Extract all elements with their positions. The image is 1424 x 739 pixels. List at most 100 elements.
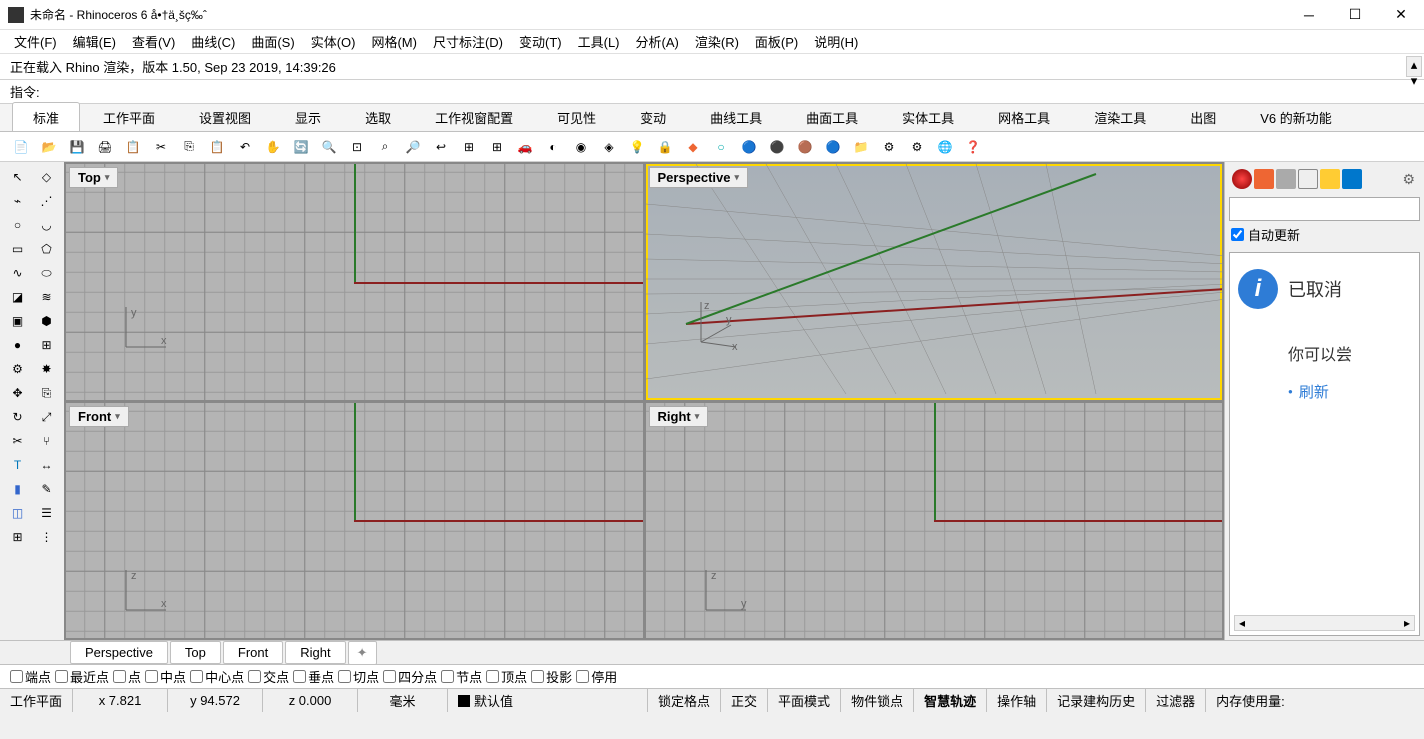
properties-tab-icon[interactable]: [1232, 169, 1252, 189]
explode-icon[interactable]: ✸: [33, 358, 60, 380]
text-icon[interactable]: T: [4, 454, 31, 476]
print-icon[interactable]: 🖨: [92, 134, 118, 160]
scale-icon[interactable]: ⤢: [33, 406, 60, 428]
tab-visibility[interactable]: 可见性: [536, 102, 617, 131]
osnap-int[interactable]: 交点: [248, 667, 289, 686]
vp-tab-perspective[interactable]: Perspective: [70, 641, 168, 664]
viewport-top[interactable]: Top▾ yx: [66, 164, 643, 400]
scroll-right-icon[interactable]: ▸: [1404, 616, 1410, 630]
libraries-tab-icon[interactable]: [1320, 169, 1340, 189]
sb-units[interactable]: 毫米: [358, 689, 448, 712]
auto-update-checkbox[interactable]: 自动更新: [1229, 221, 1420, 248]
pointer-icon[interactable]: ↖: [4, 166, 31, 188]
close-button[interactable]: ✕: [1378, 0, 1424, 30]
sphere-tbx-icon[interactable]: ●: [4, 334, 31, 356]
sb-filter[interactable]: 过滤器: [1146, 689, 1206, 712]
viewport-perspective-label[interactable]: Perspective▾: [649, 167, 749, 188]
osnap-knot[interactable]: 节点: [441, 667, 482, 686]
tab-display[interactable]: 显示: [274, 102, 342, 131]
circle-icon[interactable]: ○: [4, 214, 31, 236]
polygon-icon[interactable]: ⬠: [33, 238, 60, 260]
arc-icon[interactable]: ◡: [33, 214, 60, 236]
vp-tab-right[interactable]: Right: [285, 641, 345, 664]
vp-tab-add[interactable]: ✦: [348, 641, 377, 665]
menu-transform[interactable]: 变动(T): [513, 30, 568, 53]
options-icon[interactable]: ⚙: [876, 134, 902, 160]
ellipse-icon[interactable]: ⬭: [33, 262, 60, 284]
osnap-tan[interactable]: 切点: [338, 667, 379, 686]
light-icon[interactable]: 💡: [624, 134, 650, 160]
zoom-extents-icon[interactable]: ⊡: [344, 134, 370, 160]
osnap-point[interactable]: 点: [113, 667, 141, 686]
maximize-button[interactable]: ☐: [1332, 0, 1378, 30]
globe-icon[interactable]: 🌐: [932, 134, 958, 160]
osnap-project[interactable]: 投影: [531, 667, 572, 686]
tab-curvetools[interactable]: 曲线工具: [689, 102, 783, 131]
panel-gear-icon[interactable]: ⚙: [1400, 169, 1417, 190]
trim-icon[interactable]: ✂: [4, 430, 31, 452]
mesh-icon[interactable]: ⊞: [33, 334, 60, 356]
render-icon[interactable]: ◉: [568, 134, 594, 160]
tab-viewport[interactable]: 工作视窗配置: [414, 102, 534, 131]
auto-update-input[interactable]: [1231, 228, 1244, 241]
help-icon[interactable]: ❓: [960, 134, 986, 160]
cylinder-icon[interactable]: ⬢: [33, 310, 60, 332]
menu-mesh[interactable]: 网格(M): [365, 30, 423, 53]
tab-select[interactable]: 选取: [344, 102, 412, 131]
menu-help[interactable]: 说明(H): [808, 30, 864, 53]
viewport-right[interactable]: Right▾ zy: [646, 403, 1223, 639]
refresh-link[interactable]: 刷新: [1288, 381, 1411, 402]
menu-render[interactable]: 渲染(R): [689, 30, 745, 53]
sb-planar[interactable]: 平面模式: [768, 689, 841, 712]
osnap-near[interactable]: 最近点: [55, 667, 109, 686]
sb-osnap[interactable]: 物件锁点: [841, 689, 914, 712]
solid-icon[interactable]: ▮: [4, 478, 31, 500]
named-view-icon[interactable]: 🚗: [512, 134, 538, 160]
menu-solid[interactable]: 实体(O): [305, 30, 362, 53]
viewport-perspective[interactable]: Perspective▾ zxy: [646, 164, 1223, 400]
move-icon[interactable]: ✥: [4, 382, 31, 404]
sb-smarttrack[interactable]: 智慧轨迹: [914, 689, 987, 712]
osnap-perp[interactable]: 垂点: [293, 667, 334, 686]
menu-file[interactable]: 文件(F): [8, 30, 63, 53]
menu-edit[interactable]: 编辑(E): [67, 30, 122, 53]
viewport-top-label[interactable]: Top▾: [69, 167, 118, 188]
sb-gumball[interactable]: 操作轴: [987, 689, 1047, 712]
lasso-icon[interactable]: ◇: [33, 166, 60, 188]
edit-icon[interactable]: ✎: [33, 478, 60, 500]
tab-transform[interactable]: 变动: [619, 102, 687, 131]
rotate-tbx-icon[interactable]: ↻: [4, 406, 31, 428]
viewport-right-label[interactable]: Right▾: [649, 406, 709, 427]
copy-tbx-icon[interactable]: ⎘: [33, 382, 60, 404]
copy-icon[interactable]: ⎘: [176, 134, 202, 160]
vp-tab-front[interactable]: Front: [223, 641, 283, 664]
doc-props-icon[interactable]: ⚙: [904, 134, 930, 160]
loft-icon[interactable]: ≋: [33, 286, 60, 308]
panel-search-input[interactable]: [1229, 197, 1420, 221]
cog-icon[interactable]: ⚙: [4, 358, 31, 380]
surface-icon[interactable]: ◪: [4, 286, 31, 308]
scroll-up-icon[interactable]: ▴: [1411, 57, 1418, 73]
cut-icon[interactable]: ✂: [148, 134, 174, 160]
display-tab-icon[interactable]: [1276, 169, 1296, 189]
tab-surftools[interactable]: 曲面工具: [785, 102, 879, 131]
menu-tools[interactable]: 工具(L): [572, 30, 626, 53]
osnap-vertex[interactable]: 顶点: [486, 667, 527, 686]
more-icon[interactable]: ⋮: [33, 526, 60, 548]
spotlight-icon[interactable]: ◈: [596, 134, 622, 160]
import-icon[interactable]: 📋: [120, 134, 146, 160]
paste-icon[interactable]: 📋: [204, 134, 230, 160]
save-icon[interactable]: 💾: [64, 134, 90, 160]
zoom-icon[interactable]: 🔍: [316, 134, 342, 160]
open-icon[interactable]: 📂: [36, 134, 62, 160]
undo-icon[interactable]: ↶: [232, 134, 258, 160]
scroll-left-icon[interactable]: ◂: [1239, 616, 1245, 630]
lock-icon[interactable]: 🔒: [652, 134, 678, 160]
points-icon[interactable]: ⋰: [33, 190, 60, 212]
tab-standard[interactable]: 标准: [12, 102, 80, 131]
rotate-icon[interactable]: 🔄: [288, 134, 314, 160]
block-icon[interactable]: ◫: [4, 502, 31, 524]
sphere2-icon[interactable]: ⚫: [764, 134, 790, 160]
rect-icon[interactable]: ▭: [4, 238, 31, 260]
layer-tbx-icon[interactable]: ☰: [33, 502, 60, 524]
